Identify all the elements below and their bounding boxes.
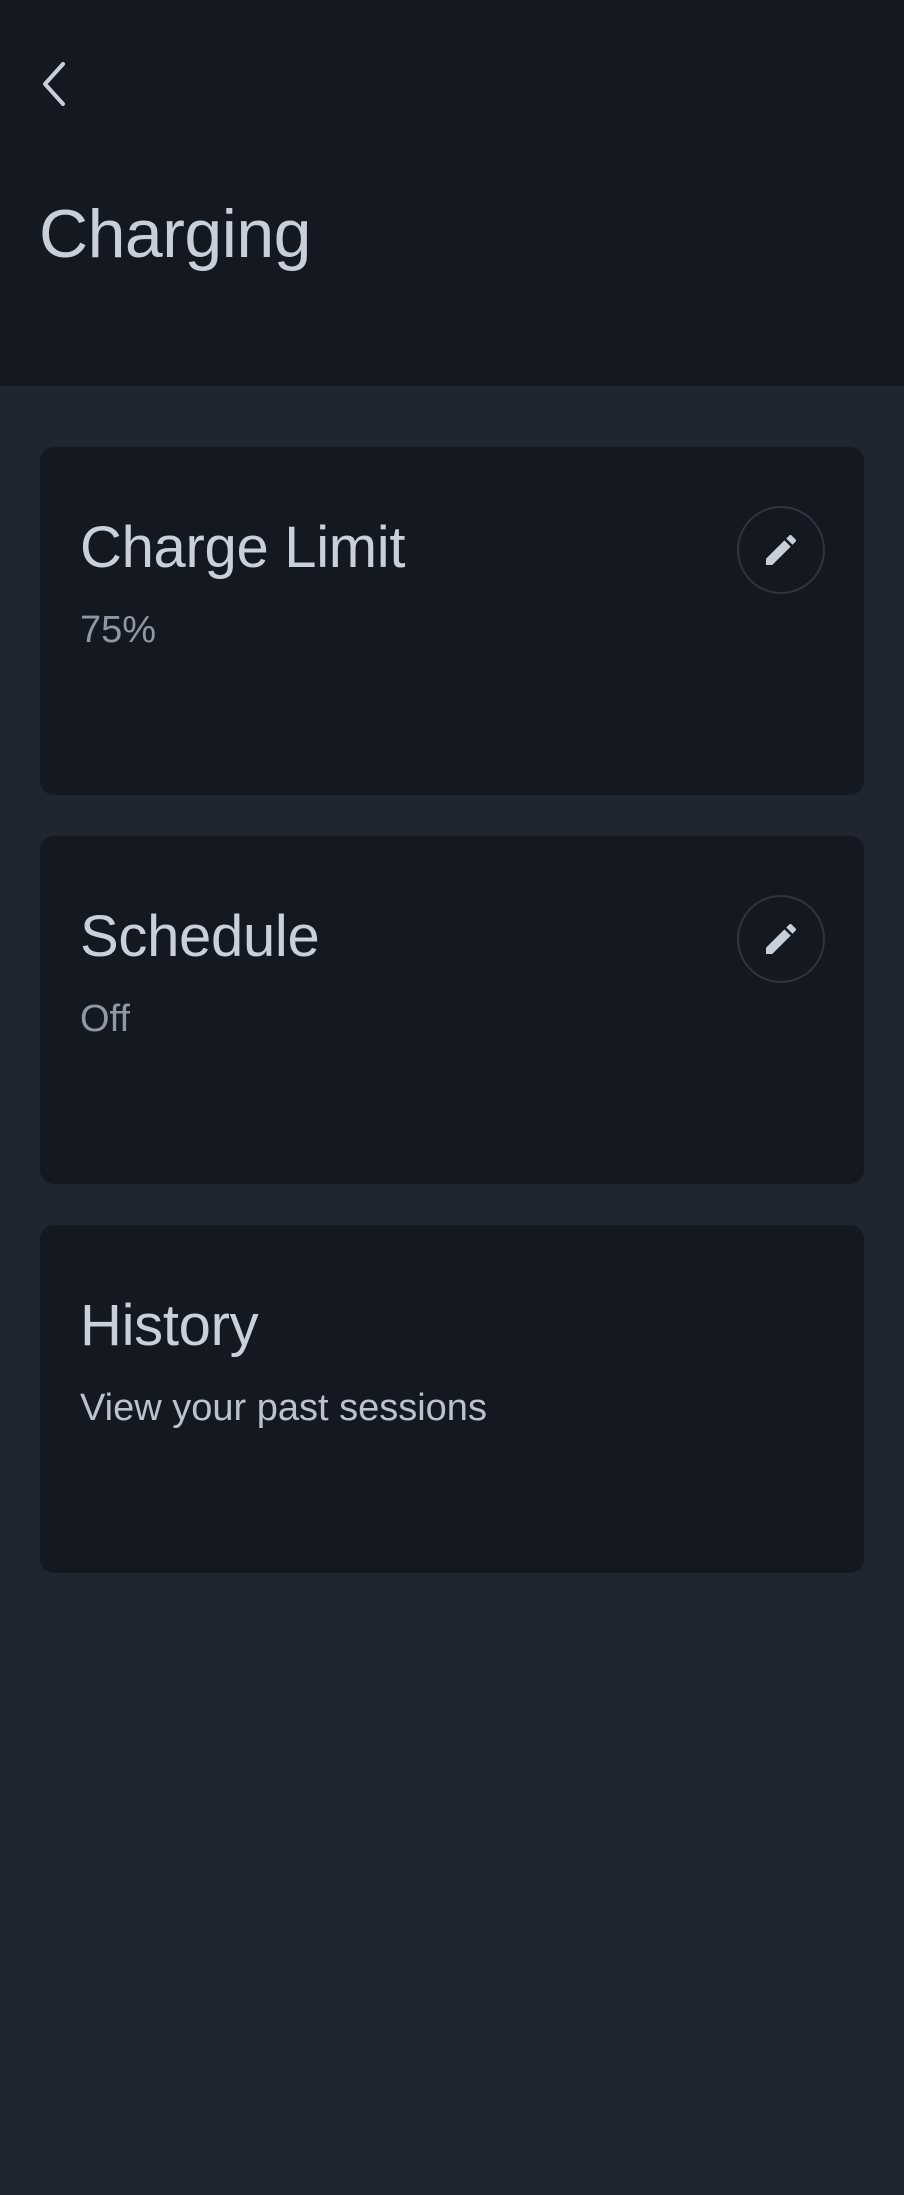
history-description: View your past sessions [80,1387,487,1429]
charge-limit-title: Charge Limit [80,515,406,580]
charge-limit-value: 75% [80,609,157,651]
back-button[interactable] [26,56,82,112]
pencil-icon [766,534,797,565]
edit-schedule-button[interactable] [737,895,825,983]
schedule-card[interactable]: Schedule Off [40,836,864,1184]
app-header: Charging [0,0,904,386]
page-title: Charging [39,196,311,272]
schedule-title: Schedule [80,904,320,969]
chevron-left-icon [43,62,65,106]
edit-charge-limit-button[interactable] [737,506,825,594]
charge-limit-card[interactable]: Charge Limit 75% [40,447,864,795]
schedule-value: Off [80,998,130,1040]
history-card[interactable]: History View your past sessions [40,1225,864,1573]
history-title: History [80,1293,259,1358]
pencil-icon [766,923,797,954]
